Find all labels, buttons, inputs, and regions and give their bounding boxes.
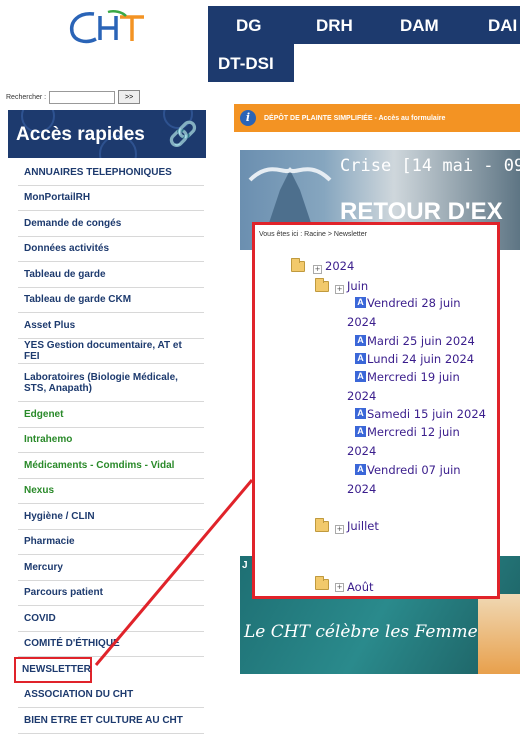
tree-month-juin[interactable]: Juin [347,279,368,293]
nav-item-dg[interactable]: DG [236,16,262,36]
menu-item-donnees-activites[interactable]: Données activités [18,237,204,262]
complaint-banner[interactable]: i DÉPÔT DE PLAINTE SIMPLIFIÉE - Accès au… [234,104,520,132]
quick-access-header: Accès rapides 🔗 [8,110,206,158]
menu-item-yes[interactable]: YES Gestion documentaire, AT et FEI [18,339,204,364]
folder-icon [315,278,329,292]
search-input[interactable] [49,90,116,104]
folder-icon [291,258,305,272]
newsletter-link[interactable]: Mercredi 12 juin [367,425,460,439]
search-bar: Rechercher : >> [6,90,141,104]
menu-item-tableau-garde-ckm[interactable]: Tableau de garde CKM [18,288,204,313]
breadcrumb: Vous êtes ici : Racine > Newsletter [259,231,367,238]
nav-item-drh[interactable]: DRH [316,16,353,36]
menu-item-medicaments[interactable]: Médicaments - Comdims - Vidal [18,453,204,479]
newsletter-tree-popup: Vous êtes ici : Racine > Newsletter + 20… [252,222,500,599]
people-photo [478,594,520,674]
folder-icon [315,576,329,590]
expand-icon[interactable]: + [313,265,322,274]
menu-item-asset-plus[interactable]: Asset Plus [18,313,204,339]
nav-item-dai[interactable]: DAI [488,16,517,36]
info-icon: i [240,110,256,126]
document-icon: A [355,371,366,382]
complaint-banner-text: DÉPÔT DE PLAINTE SIMPLIFIÉE - Accès au f… [264,114,446,122]
document-icon: A [355,297,366,308]
hero-title: Crise [14 mai - 09 [340,156,520,176]
nav-item-dt-dsi[interactable]: DT-DSI [218,54,274,74]
menu-item-association[interactable]: ASSOCIATION DU CHT [18,683,204,708]
newsletter-link[interactable]: Mercredi 19 juin [367,370,460,384]
nav-item-dam[interactable]: DAM [400,16,439,36]
menu-item-covid[interactable]: COVID [18,606,204,632]
menu-item-pharmacie[interactable]: Pharmacie [18,530,204,555]
menu-item-laboratoires[interactable]: Laboratoires (Biologie Médicale, STS, An… [18,364,204,402]
menu-item-newsletter[interactable]: NEWSLETTER [14,657,92,683]
newsletter-link-year[interactable]: 2024 [347,482,376,496]
newsletter-link-year[interactable]: 2024 [347,315,376,329]
search-button[interactable]: >> [118,90,141,104]
cht-logo-mark [69,9,144,44]
newsletter-link-year[interactable]: 2024 [347,389,376,403]
menu-item-comite-ethique[interactable]: COMITÉ D'ÉTHIQUE [18,632,204,657]
newsletter-link[interactable]: Lundi 24 juin 2024 [367,352,474,366]
newsletter-link-year[interactable]: 2024 [347,444,376,458]
newsletter-link[interactable]: Vendredi 28 juin [367,296,461,310]
menu-item-intrahemo[interactable]: Intrahemo [18,428,204,453]
tree-year-2024[interactable]: 2024 [325,259,354,273]
tree-month-juillet[interactable]: Juillet [347,519,379,533]
document-icon: A [355,464,366,475]
menu-item-bien-etre[interactable]: BIEN ETRE ET CULTURE AU CHT [18,708,204,734]
cht-logo[interactable] [64,8,154,48]
newsletter-link[interactable]: Samedi 15 juin 2024 [367,407,486,421]
newsletter-link[interactable]: Vendredi 07 juin [367,463,461,477]
menu-item-monportailrh[interactable]: MonPortailRH [18,186,204,211]
link-icon: 🔗 [168,120,198,148]
bottom-side-letter: J [242,560,248,571]
document-icon: A [355,408,366,419]
quick-access-menu: ANNUAIRES TELEPHONIQUES MonPortailRH Dem… [14,160,204,734]
menu-item-mercury[interactable]: Mercury [18,555,204,581]
menu-item-conges[interactable]: Demande de congés [18,211,204,237]
menu-item-hygiene[interactable]: Hygiène / CLIN [18,504,204,530]
menu-item-parcours-patient[interactable]: Parcours patient [18,581,204,606]
quick-access-title: Accès rapides [16,124,145,145]
menu-item-edgenet[interactable]: Edgenet [18,402,204,428]
expand-icon[interactable]: + [335,525,344,534]
document-icon: A [355,353,366,364]
tree-month-aout[interactable]: Août [347,580,374,594]
menu-item-tableau-garde[interactable]: Tableau de garde [18,262,204,288]
top-navigation-row2: DT-DSI [208,44,294,82]
expand-icon[interactable]: + [335,583,344,592]
search-label: Rechercher : [6,93,47,101]
menu-item-annuaires[interactable]: ANNUAIRES TELEPHONIQUES [18,160,204,186]
folder-icon [315,518,329,532]
expand-icon[interactable]: + [335,285,344,294]
women-celebration-caption: Le CHT célèbre les Femmes [244,622,487,642]
top-navigation: DG DRH DAM DAI [208,6,520,44]
document-icon: A [355,426,366,437]
document-icon: A [355,335,366,346]
menu-item-nexus[interactable]: Nexus [18,479,204,504]
newsletter-link[interactable]: Mardi 25 juin 2024 [367,334,475,348]
